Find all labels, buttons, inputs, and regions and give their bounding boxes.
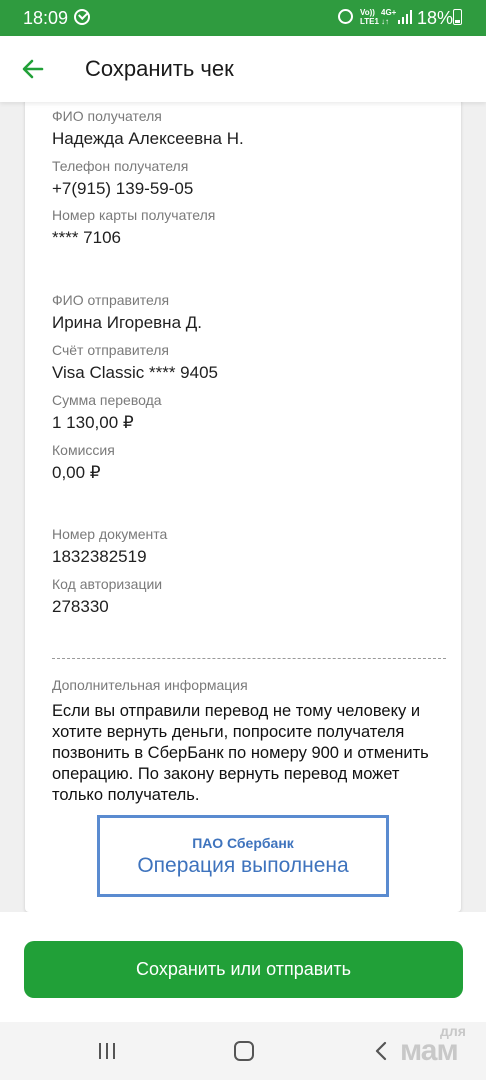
fee-value: 0,00 ₽ — [52, 463, 101, 482]
network-volte-bottom: LTE1 — [360, 17, 379, 26]
watermark-logo: для мам — [400, 1024, 466, 1067]
additional-info-label: Дополнительная информация — [52, 677, 248, 693]
stamp-bank-name: ПАО Сбербанк — [192, 835, 294, 851]
battery-percent: 18% — [417, 8, 454, 28]
watermark-bottom: мам — [400, 1034, 459, 1067]
sender-name-field: ФИО отправителя Ирина Игоревна Д. — [52, 292, 202, 333]
recipient-name-label: ФИО получателя — [52, 108, 162, 124]
sender-name-label: ФИО отправителя — [52, 292, 170, 308]
battery-icon — [453, 9, 462, 25]
recipient-phone-label: Телефон получателя — [52, 158, 189, 174]
sync-check-icon — [74, 9, 90, 25]
network-4g-top: 4G+ — [381, 8, 397, 17]
network-volte-top: Vo)) — [360, 8, 375, 17]
auth-code-field: Код авторизации 278330 — [52, 576, 162, 617]
network-4g-bottom: ↓↑ — [381, 17, 389, 26]
additional-info-field: Дополнительная информация — [52, 677, 248, 693]
recent-apps-icon[interactable] — [99, 1043, 117, 1059]
bank-stamp: ПАО Сбербанк Операция выполнена — [97, 815, 389, 897]
status-time: 18:09 — [23, 8, 69, 28]
amount-field: Сумма перевода 1 130,00 ₽ — [52, 392, 162, 433]
dashed-divider — [52, 658, 446, 659]
fee-label: Комиссия — [52, 442, 115, 458]
amount-label: Сумма перевода — [52, 392, 162, 408]
save-or-send-button[interactable]: Сохранить или отправить — [24, 941, 463, 998]
network-volte-indicator: Vo)) LTE1 — [360, 8, 379, 26]
recipient-phone-value: +7(915) 139-59-05 — [52, 179, 194, 198]
signal-icon — [398, 10, 412, 24]
recipient-card-label: Номер карты получателя — [52, 207, 216, 223]
app-bar: Сохранить чек — [0, 36, 486, 102]
bottom-action-area: Сохранить или отправить — [0, 912, 486, 1022]
sender-account-value: Visa Classic **** 9405 — [52, 363, 218, 382]
alarm-icon — [338, 9, 353, 24]
additional-info-text: Если вы отправили перевод не тому челове… — [52, 702, 429, 804]
status-bar: 18:09 Vo)) LTE1 4G+ ↓↑ 18% — [0, 0, 486, 36]
doc-number-field: Номер документа 1832382519 — [52, 526, 167, 567]
network-4g-indicator: 4G+ ↓↑ — [381, 8, 396, 26]
receipt-card: ФИО получателя Надежда Алексеевна Н. Тел… — [25, 90, 461, 912]
recipient-name-value: Надежда Алексеевна Н. — [52, 129, 244, 148]
recipient-card-value: **** 7106 — [52, 228, 122, 247]
amount-value: 1 130,00 ₽ — [52, 413, 134, 432]
stamp-status: Операция выполнена — [137, 854, 349, 877]
doc-number-label: Номер документа — [52, 526, 168, 542]
home-icon[interactable] — [234, 1041, 254, 1061]
sender-name-value: Ирина Игоревна Д. — [52, 313, 202, 332]
recipient-name-field: ФИО получателя Надежда Алексеевна Н. — [52, 108, 244, 149]
sender-account-field: Счёт отправителя Visa Classic **** 9405 — [52, 342, 218, 383]
arrow-left-icon[interactable] — [20, 56, 46, 82]
back-nav-icon[interactable] — [371, 1040, 391, 1062]
recipient-phone-field: Телефон получателя +7(915) 139-59-05 — [52, 158, 193, 199]
doc-number-value: 1832382519 — [52, 547, 147, 566]
page-title: Сохранить чек — [85, 56, 234, 81]
fee-field: Комиссия 0,00 ₽ — [52, 442, 115, 483]
auth-code-value: 278330 — [52, 597, 109, 616]
sender-account-label: Счёт отправителя — [52, 342, 169, 358]
recipient-card-field: Номер карты получателя **** 7106 — [52, 207, 215, 248]
auth-code-label: Код авторизации — [52, 576, 163, 592]
